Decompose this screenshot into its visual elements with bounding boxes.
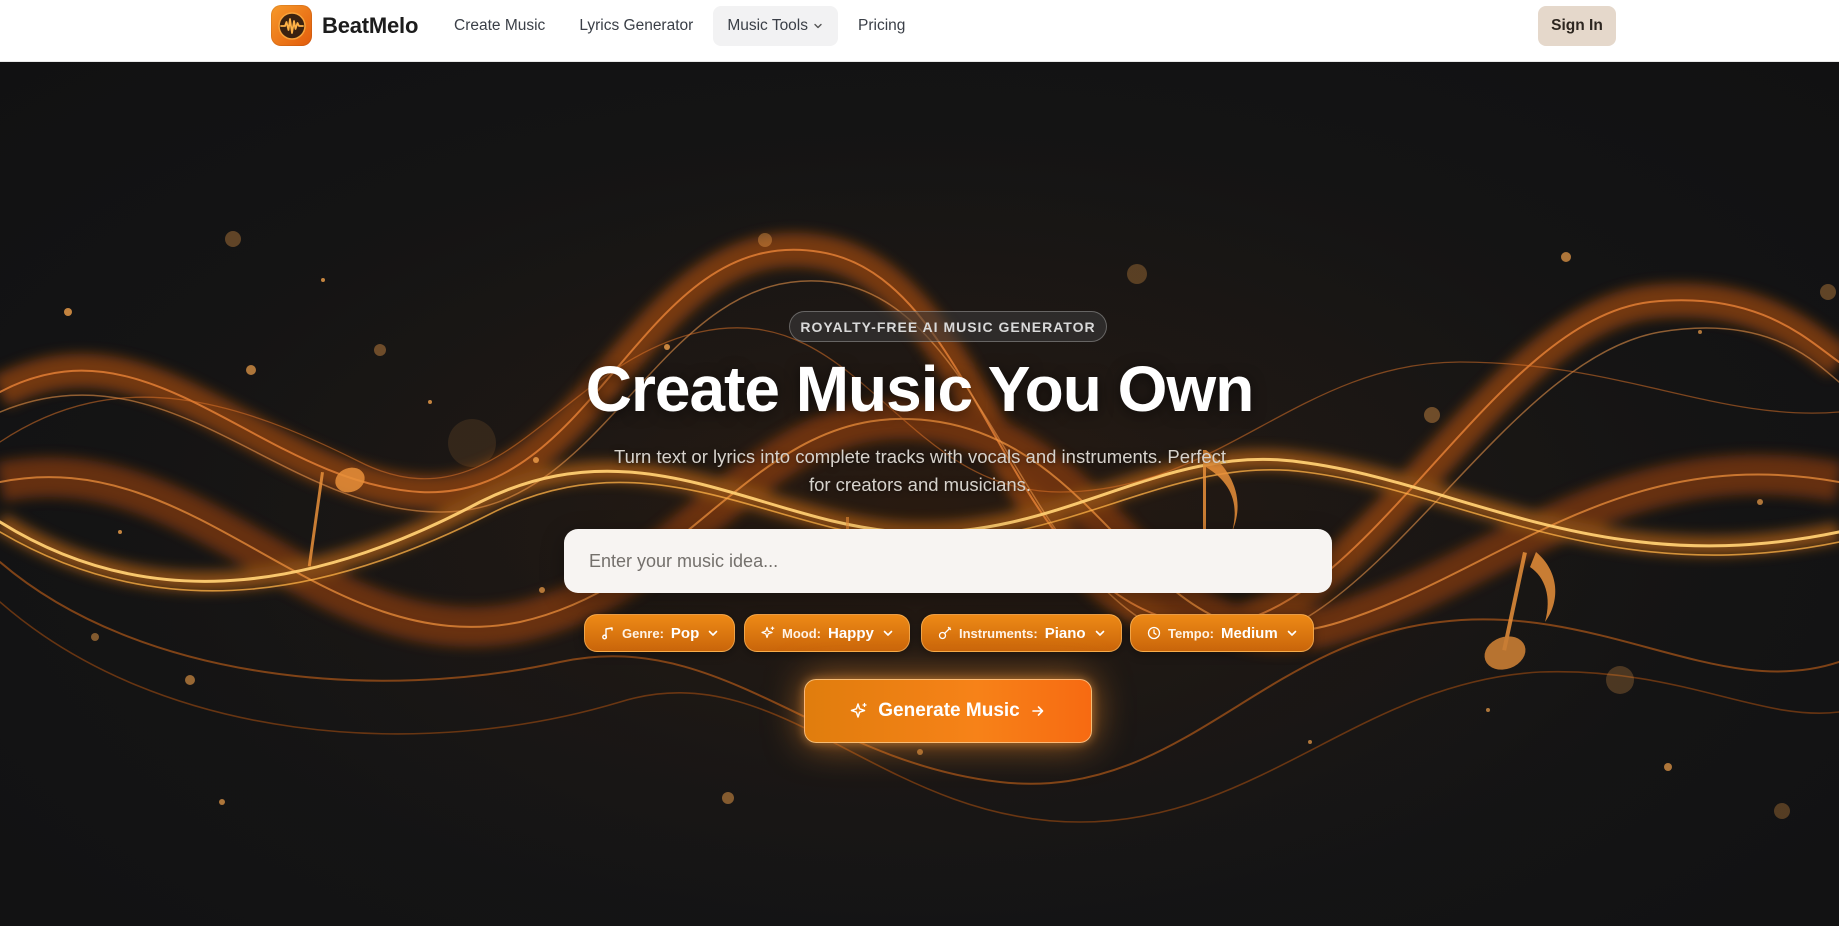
chevron-down-icon (814, 23, 822, 29)
music-idea-input[interactable] (564, 529, 1332, 593)
nav-music-tools[interactable]: Music Tools (713, 6, 838, 46)
generate-music-button[interactable]: Generate Music (804, 679, 1092, 743)
mood-value: Happy (827, 624, 874, 642)
genre-label: Genre: (622, 625, 664, 641)
clock-icon (1147, 626, 1161, 640)
nav-music-tools-label: Music Tools (727, 17, 808, 34)
nav-create-music-label: Create Music (454, 17, 546, 34)
nav-create-music[interactable]: Create Music (440, 6, 559, 46)
guitar-icon (938, 626, 952, 640)
brand-logo-link[interactable]: BeatMelo (271, 5, 418, 46)
arrow-right-icon (1031, 706, 1044, 716)
instruments-dropdown[interactable]: Instruments: Piano (921, 614, 1122, 652)
chevron-down-icon (708, 630, 718, 636)
waveform-logo-icon (271, 5, 312, 46)
hero-section: ROYALTY-FREE AI MUSIC GENERATOR Create M… (0, 62, 1839, 926)
sparkle-icon (761, 626, 775, 639)
sign-in-button[interactable]: Sign In (1538, 6, 1616, 46)
chevron-down-icon (1287, 630, 1296, 636)
nav-pricing[interactable]: Pricing (844, 6, 919, 46)
instruments-label: Instruments: (959, 625, 1038, 641)
hero-badge: ROYALTY-FREE AI MUSIC GENERATOR (789, 311, 1107, 342)
nav-pricing-label: Pricing (858, 17, 906, 34)
site-header: BeatMelo Create Music Lyrics Generator M… (0, 0, 1839, 62)
genre-dropdown[interactable]: Genre: Pop (584, 614, 736, 652)
hero-subtitle: Turn text or lyrics into complete tracks… (613, 446, 1227, 495)
main-nav: Create Music Lyrics Generator Music Tool… (440, 6, 919, 46)
generate-music-label: Generate Music (878, 700, 1020, 721)
tempo-value: Medium (1220, 624, 1278, 642)
mood-label: Mood: (782, 625, 821, 641)
chevron-down-icon (1095, 630, 1104, 636)
music-note-icon (602, 627, 613, 640)
brand-name: BeatMelo (322, 12, 419, 38)
nav-lyrics-generator[interactable]: Lyrics Generator (565, 6, 707, 46)
chevron-down-icon (883, 630, 893, 636)
genre-value: Pop (670, 624, 700, 642)
sparkle-icon (851, 702, 867, 718)
tempo-label: Tempo: (1168, 625, 1214, 641)
option-chips: Genre: Pop Mood: Happy Instruments: Pian… (0, 614, 1839, 652)
nav-lyrics-generator-label: Lyrics Generator (579, 17, 694, 34)
instruments-value: Piano (1044, 624, 1086, 642)
tempo-dropdown[interactable]: Tempo: Medium (1130, 614, 1314, 652)
mood-dropdown[interactable]: Mood: Happy (744, 614, 910, 652)
hero-title: Create Music You Own (585, 353, 1255, 425)
